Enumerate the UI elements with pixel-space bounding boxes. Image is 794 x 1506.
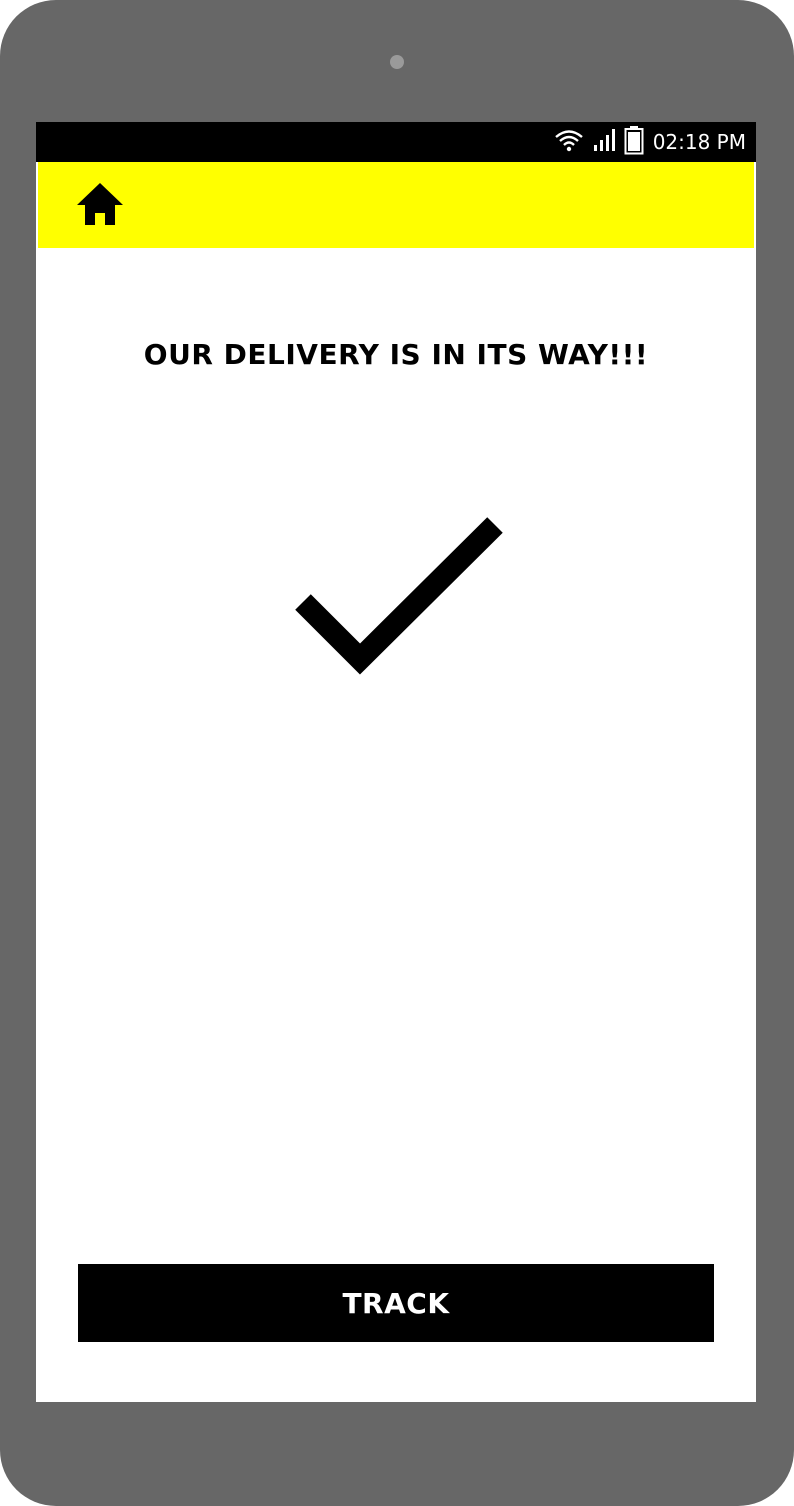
app-bar	[38, 162, 754, 248]
delivery-message: OUR DELIVERY IS IN ITS WAY!!!	[143, 338, 649, 371]
battery-icon	[624, 125, 644, 159]
signal-icon	[593, 128, 615, 156]
front-camera	[390, 55, 404, 69]
track-button[interactable]: TRACK	[78, 1264, 714, 1342]
screen: 02:18 PM OUR DELIVERY IS IN ITS WAY!!! T…	[36, 122, 756, 1402]
status-time: 02:18 PM	[652, 130, 746, 154]
home-button[interactable]	[74, 182, 126, 230]
status-icons: 02:18 PM	[554, 122, 746, 162]
wifi-icon	[554, 128, 584, 156]
home-icon	[75, 181, 125, 231]
status-bar: 02:18 PM	[36, 122, 756, 162]
checkmark-icon	[288, 517, 508, 687]
device-frame: 02:18 PM OUR DELIVERY IS IN ITS WAY!!! T…	[0, 0, 794, 1506]
